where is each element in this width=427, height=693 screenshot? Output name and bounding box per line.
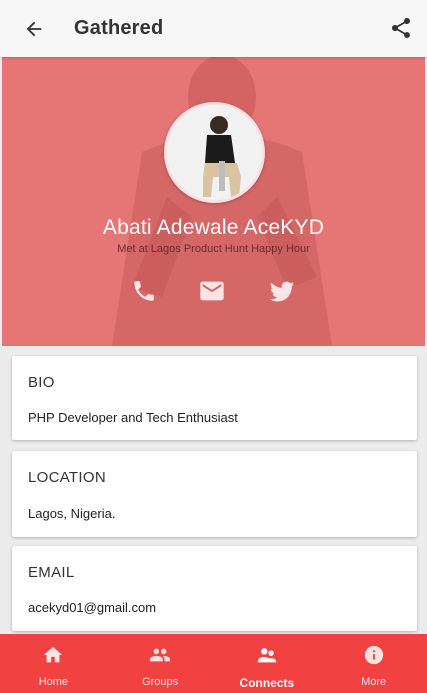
nav-label: More [361, 676, 387, 688]
nav-connects[interactable]: Connects [214, 634, 321, 693]
arrow-back-icon[interactable] [17, 12, 51, 46]
card-value: PHP Developer and Tech Enthusiast [28, 410, 238, 425]
share-icon[interactable] [385, 12, 417, 44]
met-context: Met at Lagos Product Hunt Happy Hour [117, 243, 310, 255]
card-value[interactable]: acekyd01@gmail.com [28, 600, 156, 615]
nav-label: Connects [239, 676, 295, 690]
phone-icon[interactable] [128, 275, 160, 307]
card-label: BIO [28, 374, 55, 391]
email-icon[interactable] [196, 275, 228, 307]
contact-name: Abati Adewale AceKYD [102, 216, 325, 239]
page-title: Gathered [74, 17, 164, 39]
email-card: EMAIL acekyd01@gmail.com [12, 546, 417, 631]
profile-header: Abati Adewale AceKYD Met at Lagos Produc… [2, 57, 425, 346]
location-card: LOCATION Lagos, Nigeria. [12, 451, 417, 537]
bottom-navigation: Home Groups Connects More [0, 634, 427, 693]
card-value: Lagos, Nigeria. [28, 506, 116, 521]
avatar [164, 102, 265, 203]
nav-label: Groups [142, 676, 179, 688]
info-icon [363, 644, 385, 671]
card-label: EMAIL [28, 564, 75, 581]
home-icon [42, 644, 64, 671]
nav-label: Home [38, 676, 69, 688]
groups-icon [148, 644, 172, 671]
nav-groups[interactable]: Groups [107, 634, 214, 693]
bio-card: BIO PHP Developer and Tech Enthusiast [12, 356, 417, 440]
contact-actions [2, 275, 425, 307]
connects-icon [255, 644, 279, 671]
twitter-icon[interactable] [266, 275, 298, 307]
nav-more[interactable]: More [320, 634, 427, 693]
app-bar: Gathered [0, 0, 427, 57]
card-label: LOCATION [28, 469, 106, 486]
nav-home[interactable]: Home [0, 634, 107, 693]
